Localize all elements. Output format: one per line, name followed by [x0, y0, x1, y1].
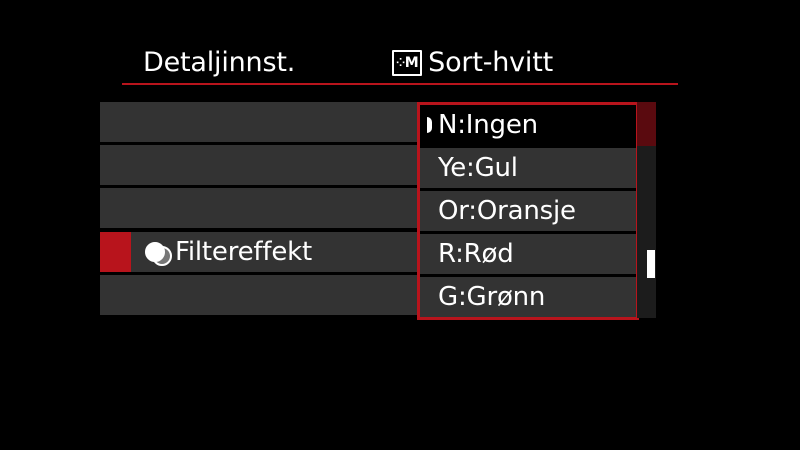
header-divider	[122, 83, 678, 85]
filter-effect-dropdown: N:Ingen Ye:Gul Or:Oransje R:Rød G:Grønn	[417, 102, 639, 320]
option-orange[interactable]: Or:Oransje	[420, 191, 636, 231]
dropdown-scrollbar[interactable]	[637, 102, 656, 318]
picture-style-monochrome-icon: ⁘M	[392, 50, 423, 76]
option-green[interactable]: G:Grønn	[420, 277, 636, 317]
selection-cursor-icon	[420, 117, 438, 133]
picture-style-indicator: ⁘M Sort-hvitt	[392, 44, 553, 82]
option-yellow[interactable]: Ye:Gul	[420, 148, 636, 188]
scroll-thumb[interactable]	[647, 250, 655, 278]
setting-label-filter-effect: Filtereffekt	[175, 237, 312, 267]
picture-style-label: Sort-hvitt	[428, 47, 554, 78]
filter-effect-icon	[145, 239, 173, 266]
scroll-track-top	[637, 102, 656, 146]
option-none[interactable]: N:Ingen	[420, 105, 636, 145]
option-red[interactable]: R:Rød	[420, 234, 636, 274]
menu-title: Detaljinnst.	[143, 47, 296, 78]
